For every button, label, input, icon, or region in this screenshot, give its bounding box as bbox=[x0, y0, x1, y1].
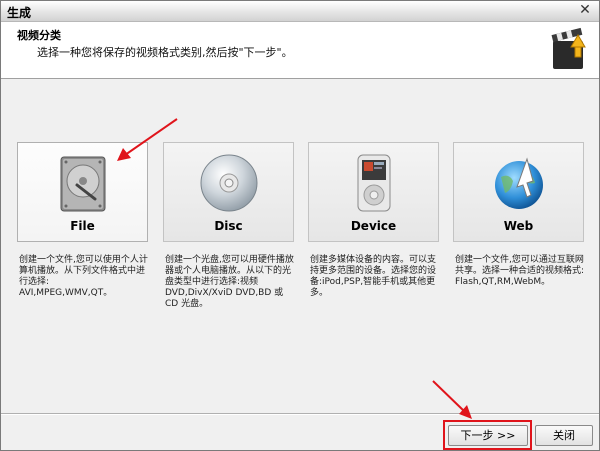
wizard-header: 视频分类 选择一种您将保存的视频格式类别,然后按"下一步"。 bbox=[1, 22, 599, 79]
category-card-disc[interactable]: Disc bbox=[163, 142, 294, 242]
window-title: 生成 bbox=[7, 6, 32, 20]
close-button[interactable]: 关闭 bbox=[535, 425, 593, 446]
category-label: Disc bbox=[214, 219, 243, 233]
category-label: Web bbox=[503, 219, 534, 233]
next-button[interactable]: 下一步 >> bbox=[448, 425, 528, 446]
category-card-device[interactable]: Device bbox=[308, 142, 439, 242]
globe-icon bbox=[495, 157, 543, 209]
media-player-icon bbox=[357, 154, 391, 212]
optical-disc-icon bbox=[200, 154, 258, 212]
category-label: File bbox=[70, 219, 95, 233]
category-description-device: 创建多媒体设备的内容。可以支持更多范围的设备。选择您的设备:iPod,PSP,智… bbox=[310, 255, 437, 298]
category-description-disc: 创建一个光盘,您可以用硬件播放器或个人电脑播放。从以下的光盘类型中进行选择:视频… bbox=[165, 255, 294, 309]
close-icon[interactable]: ✕ bbox=[577, 2, 593, 18]
generate-dialog: 生成 ✕ 视频分类 选择一种您将保存的视频格式类别,然后按"下一步"。 File bbox=[0, 0, 600, 451]
title-bar[interactable]: 生成 ✕ bbox=[1, 1, 599, 22]
category-label: Device bbox=[350, 219, 397, 233]
footer-divider bbox=[1, 413, 599, 414]
category-description-web: 创建一个文件,您可以通过互联网共享。选择一种合适的视频格式: Flash,QT,… bbox=[455, 255, 585, 287]
page-subtitle: 选择一种您将保存的视频格式类别,然后按"下一步"。 bbox=[37, 46, 293, 59]
page-title: 视频分类 bbox=[17, 29, 61, 42]
category-card-file[interactable]: File bbox=[17, 142, 148, 242]
clapperboard-logo-icon bbox=[551, 27, 586, 69]
category-description-file: 创建一个文件,您可以使用个人计算机播放。从下列文件格式中进行选择: AVI,MP… bbox=[19, 255, 148, 298]
category-card-web[interactable]: Web bbox=[453, 142, 584, 242]
hard-drive-icon bbox=[60, 156, 106, 212]
